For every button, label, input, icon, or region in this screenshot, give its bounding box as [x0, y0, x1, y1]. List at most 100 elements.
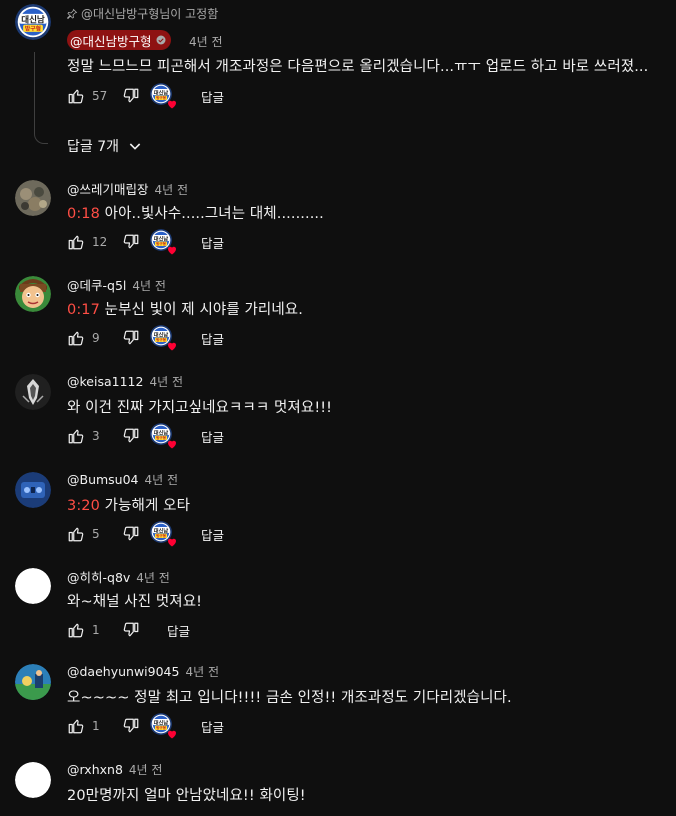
comment-header: @쓰레기매립장 4년 전 — [67, 179, 188, 198]
comment-text: 3:20 가능해게 오타 — [67, 494, 190, 515]
comment-body: 와~채널 사진 멋져요! — [67, 594, 203, 610]
comment-timestamp[interactable]: 4년 전 — [129, 761, 163, 778]
reply-button[interactable]: 답글 — [201, 427, 224, 446]
like-icon[interactable] — [67, 621, 85, 639]
reply-button[interactable]: 답글 — [167, 621, 190, 640]
like-count: 3 — [92, 429, 100, 443]
video-timestamp-link[interactable]: 0:17 — [67, 302, 100, 318]
video-timestamp-link[interactable]: 0:18 — [67, 206, 100, 222]
comment-header: @히히-q8v 4년 전 — [67, 567, 170, 586]
reply-button[interactable]: 답글 — [201, 87, 224, 106]
like-icon[interactable] — [67, 717, 85, 735]
comment-timestamp[interactable]: 4년 전 — [155, 181, 189, 198]
creator-heart — [150, 423, 176, 449]
comment-text: 오~~~~ 정말 최고 입니다!!!! 금손 인정!! 개조과정도 기다리겠습니… — [67, 686, 512, 707]
like-count: 1 — [92, 719, 100, 733]
creator-heart — [150, 713, 176, 739]
reply-button[interactable]: 답글 — [201, 525, 224, 544]
dislike-icon[interactable] — [122, 427, 140, 445]
pin-icon — [66, 8, 78, 19]
comment-author[interactable]: @Bumsu04 — [67, 472, 139, 487]
like-count: 57 — [92, 89, 108, 103]
verified-check-icon — [156, 35, 166, 45]
like-icon[interactable] — [67, 233, 85, 251]
like-icon[interactable] — [67, 427, 85, 445]
default-avatar[interactable] — [15, 762, 51, 798]
like-count: 1 — [92, 623, 100, 637]
user-avatar[interactable] — [15, 664, 51, 700]
default-avatar[interactable] — [15, 568, 51, 604]
pinned-actions: 57 답글 — [67, 84, 224, 108]
comment-author[interactable]: @rxhxn8 — [67, 762, 123, 777]
thread-connector — [34, 52, 48, 144]
dislike-icon[interactable] — [122, 717, 140, 735]
creator-heart — [150, 521, 176, 547]
comment-body: 가능해게 오타 — [99, 498, 191, 514]
heart-icon — [166, 536, 178, 548]
like-count: 12 — [92, 235, 108, 249]
comment-actions: 9 답글 — [67, 326, 224, 350]
comment-actions: 1 답글 — [67, 618, 190, 642]
channel-avatar[interactable] — [15, 4, 51, 40]
pinned-timestamp[interactable]: 4년 전 — [189, 33, 223, 50]
user-avatar[interactable] — [15, 180, 51, 216]
creator-heart — [150, 229, 176, 255]
chevron-down-icon — [129, 143, 141, 150]
comment-body: 20만명까지 얼마 안남았네요!! 화이팅! — [67, 788, 306, 804]
heart-icon — [166, 98, 178, 110]
channel-logo-icon — [15, 4, 51, 40]
reply-button[interactable]: 답글 — [201, 329, 224, 348]
comment-actions: 1 답글 — [67, 714, 224, 738]
like-icon[interactable] — [67, 87, 85, 105]
creator-heart — [150, 83, 176, 109]
comment-author[interactable]: @히히-q8v — [67, 567, 130, 586]
comment-actions: 5 답글 — [67, 522, 224, 546]
creator-heart — [150, 325, 176, 351]
comment-actions: 3 답글 — [67, 424, 224, 448]
comment-header: @daehyunwi9045 4년 전 — [67, 663, 219, 680]
heart-icon — [166, 728, 178, 740]
owner-author-chip[interactable]: @대신남방구형 — [67, 30, 171, 50]
comment-header: @Bumsu04 4년 전 — [67, 471, 178, 488]
comment-body: 눈부신 빛이 제 시야를 가리네요. — [99, 302, 303, 318]
comment-timestamp[interactable]: 4년 전 — [132, 277, 166, 294]
comment-timestamp[interactable]: 4년 전 — [145, 471, 179, 488]
heart-icon — [166, 340, 178, 352]
pinned-label: @대신남방구형님이 고정함 — [66, 5, 218, 22]
pinned-comment-text: 정말 느므느므 피곤해서 개조과정은 다음편으로 올리겠습니다...ㅠㅜ 업로드… — [67, 59, 649, 75]
comment-body: 오~~~~ 정말 최고 입니다!!!! 금손 인정!! 개조과정도 기다리겠습니… — [67, 690, 512, 706]
dislike-icon[interactable] — [122, 525, 140, 543]
replies-toggle-button[interactable]: 답글 7개 — [67, 136, 143, 156]
comment-text: 와~채널 사진 멋져요! — [67, 590, 202, 611]
video-timestamp-link[interactable]: 3:20 — [67, 498, 100, 514]
user-avatar[interactable] — [15, 276, 51, 312]
dislike-icon[interactable] — [122, 329, 140, 347]
comment-timestamp[interactable]: 4년 전 — [136, 569, 170, 586]
dislike-icon[interactable] — [122, 233, 140, 251]
comment-body: 아아..빛사수.....그녀는 대체.......... — [99, 206, 324, 222]
comment-text: 0:17 눈부신 빛이 제 시야를 가리네요. — [67, 298, 303, 319]
like-icon[interactable] — [67, 329, 85, 347]
comment-timestamp[interactable]: 4년 전 — [149, 373, 183, 390]
comment-author[interactable]: @데쿠-q5l — [67, 275, 126, 294]
like-count: 5 — [92, 527, 100, 541]
reply-button[interactable]: 답글 — [201, 233, 224, 252]
comment-header: @데쿠-q5l 4년 전 — [67, 275, 166, 294]
like-icon[interactable] — [67, 525, 85, 543]
like-count: 9 — [92, 331, 100, 345]
heart-icon — [166, 438, 178, 450]
comment-author[interactable]: @keisa1112 — [67, 374, 143, 389]
comment-author[interactable]: @daehyunwi9045 — [67, 664, 179, 679]
comment-header: @rxhxn8 4년 전 — [67, 761, 162, 778]
comment-timestamp[interactable]: 4년 전 — [185, 663, 219, 680]
pinned-text: @대신남방구형님이 고정함 — [81, 7, 219, 21]
dislike-icon[interactable] — [122, 87, 140, 105]
reply-button[interactable]: 답글 — [201, 717, 224, 736]
replies-count-label: 답글 7개 — [67, 139, 119, 155]
user-avatar[interactable] — [15, 374, 51, 410]
owner-author-name: @대신남방구형 — [70, 33, 152, 49]
comment-text: 와 이건 진짜 가지고싶네요ㅋㅋㅋ 멋져요!!! — [67, 396, 332, 417]
user-avatar[interactable] — [15, 472, 51, 508]
dislike-icon[interactable] — [122, 621, 140, 639]
comment-author[interactable]: @쓰레기매립장 — [67, 179, 149, 198]
